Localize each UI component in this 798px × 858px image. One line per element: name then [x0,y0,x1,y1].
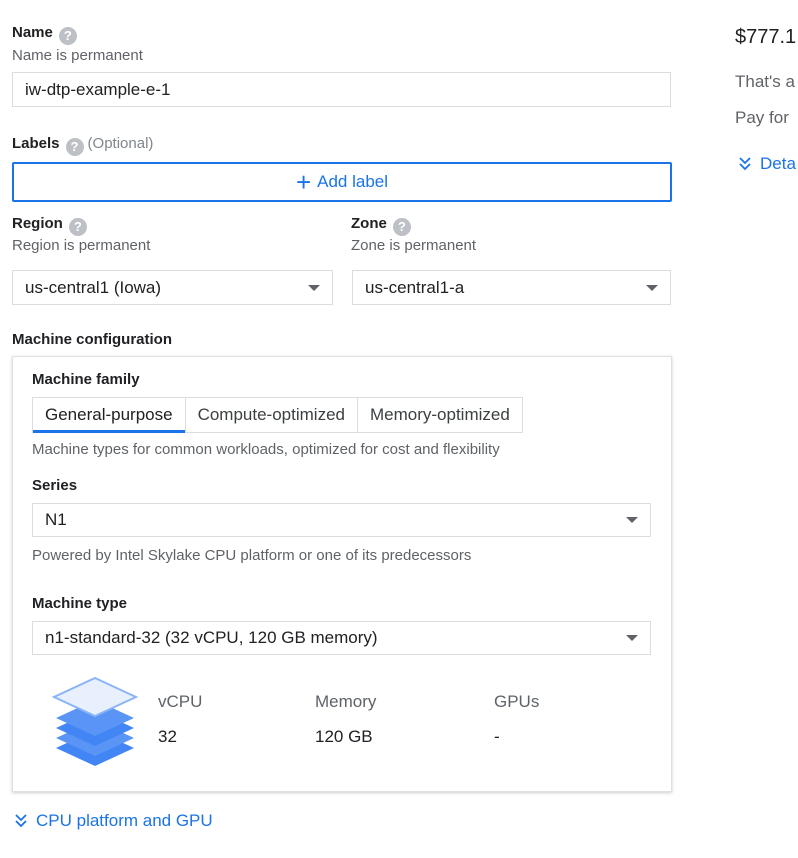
optional-text: (Optional) [87,135,154,152]
machine-type-select[interactable]: n1-standard-32 (32 vCPU, 120 GB memory) [32,621,651,655]
add-label-button[interactable]: + Add label [12,162,672,202]
machine-type-value: n1-standard-32 (32 vCPU, 120 GB memory) [45,628,378,647]
double-chevron-down-icon [15,814,27,828]
help-icon[interactable]: ? [68,218,87,236]
help-icon[interactable]: ? [65,138,84,156]
cpu-platform-gpu-link[interactable]: CPU platform and GPU [14,811,213,831]
monthly-price: $777.1 [735,26,797,48]
machine-config-title: Machine configuration [12,331,173,348]
price-text-line-1: That's a [735,72,795,91]
labels-label: Labels? (Optional) [12,135,154,156]
name-hint: Name is permanent [12,47,143,64]
zone-value: us-central1-a [365,277,465,297]
series-label: Series [32,477,78,494]
tab-memory-optimized[interactable]: Memory-optimized [358,398,522,432]
help-icon[interactable]: ? [58,27,77,45]
memory-label: Memory [315,692,377,711]
machine-family-label: Machine family [32,371,140,388]
name-input-value: iw-dtp-example-e-1 [25,79,171,99]
region-select[interactable]: us-central1 (Iowa) [12,270,333,305]
machine-type-label: Machine type [32,595,128,612]
dropdown-arrow-icon [646,284,658,291]
region-value: us-central1 (Iowa) [25,277,162,297]
add-label-text: Add label [317,172,389,191]
machine-family-description: Machine types for common workloads, opti… [32,441,500,458]
machine-layers-icon [51,676,139,766]
region-hint: Region is permanent [12,237,151,254]
gpus-value: - [494,727,500,746]
gpus-label: GPUs [494,692,540,711]
zone-hint: Zone is permanent [351,237,477,254]
name-input[interactable]: iw-dtp-example-e-1 [12,72,671,107]
name-label: Name? [12,24,77,45]
vcpu-label: vCPU [158,692,203,711]
details-text: Deta [760,154,796,173]
double-chevron-down-icon [739,157,751,171]
zone-select[interactable]: us-central1-a [352,270,671,305]
cpu-platform-gpu-text: CPU platform and GPU [36,811,213,830]
machine-family-tabs: General-purpose Compute-optimized Memory… [32,397,523,433]
dropdown-arrow-icon [308,284,320,291]
tab-general-purpose[interactable]: General-purpose [33,398,186,433]
plus-icon: + [295,167,312,197]
details-link[interactable]: Deta [738,154,796,174]
series-select[interactable]: N1 [32,503,651,537]
series-description: Powered by Intel Skylake CPU platform or… [32,547,472,564]
region-label: Region? [12,215,87,236]
vcpu-value: 32 [158,727,177,746]
series-value: N1 [45,510,67,529]
dropdown-arrow-icon [626,517,638,523]
price-text-line-2: Pay for [735,108,789,127]
tab-compute-optimized[interactable]: Compute-optimized [186,398,358,432]
help-icon[interactable]: ? [392,218,411,236]
zone-label: Zone? [351,215,411,236]
dropdown-arrow-icon [626,635,638,641]
memory-value: 120 GB [315,727,373,746]
